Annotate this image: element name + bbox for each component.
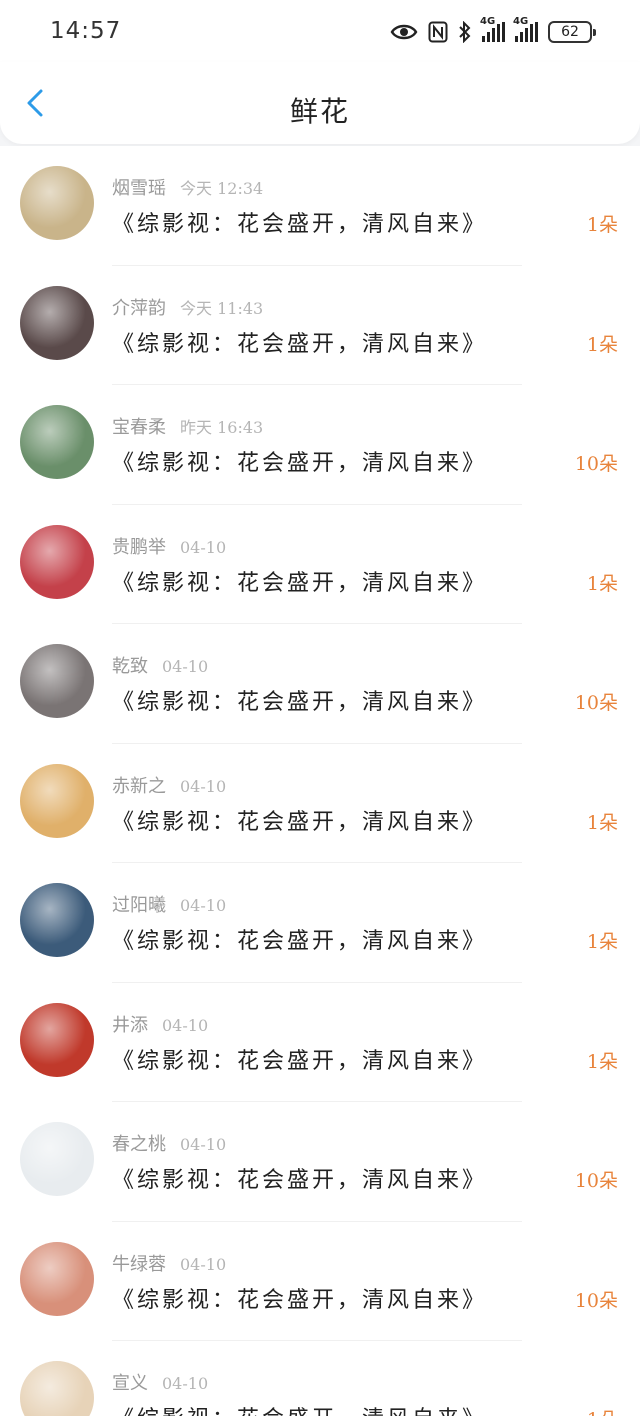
avatar[interactable] <box>20 1241 94 1316</box>
send-time: 04-10 <box>180 776 227 796</box>
send-time: 04-10 <box>162 657 209 676</box>
book-title: 《综影视：花会盛开，清风自来》 <box>112 451 488 476</box>
avatar[interactable] <box>20 763 94 838</box>
list-item[interactable]: 宝春柔 昨天 16:43 《综影视：花会盛开，清风自来》 10朵 <box>0 385 640 505</box>
book-title: 《综影视：花会盛开，清风自来》 <box>112 929 488 954</box>
book-title: 《综影视：花会盛开，清风自来》 <box>112 690 488 715</box>
list-item[interactable]: 牛绿蓉 04-10 《综影视：花会盛开，清风自来》 10朵 <box>0 1222 640 1342</box>
avatar[interactable] <box>20 644 94 718</box>
list-item[interactable]: 烟雪瑶 今天 12:34 《综影视：花会盛开，清风自来》 1朵 <box>0 146 640 266</box>
avatar[interactable] <box>20 405 94 479</box>
send-time: 今天 12:34 <box>180 179 264 198</box>
send-time: 今天 11:43 <box>180 298 264 318</box>
nfc-icon <box>428 21 448 43</box>
sender-name: 宝春柔 <box>112 417 166 438</box>
avatar[interactable] <box>20 1122 94 1196</box>
status-icons: 4G 4G 62 <box>390 16 596 47</box>
flower-count: 10朵 <box>574 692 618 714</box>
flower-count: 1朵 <box>587 1405 618 1416</box>
flower-count: 10朵 <box>574 1289 618 1312</box>
list-item[interactable]: 赤新之 04-10 《综影视：花会盛开，清风自来》 1朵 <box>0 744 640 864</box>
list-item[interactable]: 过阳曦 04-10 《综影视：花会盛开，清风自来》 1朵 <box>0 863 640 983</box>
list-item[interactable]: 介萍韵 今天 11:43 《综影视：花会盛开，清风自来》 1朵 <box>0 266 640 386</box>
sender-name: 赤新之 <box>112 775 166 797</box>
eye-icon <box>390 24 418 40</box>
flower-count: 1朵 <box>586 572 618 595</box>
flower-list[interactable]: 烟雪瑶 今天 12:34 《综影视：花会盛开，清风自来》 1朵 介萍韵 今天 11:… <box>0 146 640 1416</box>
send-time: 04-10 <box>162 1015 209 1035</box>
send-time: 04-10 <box>180 1254 227 1274</box>
avatar[interactable] <box>20 524 94 599</box>
avatar[interactable] <box>20 1361 94 1416</box>
list-item[interactable]: 井添 04-10 《综影视：花会盛开，清风自来》 1朵 <box>0 983 640 1103</box>
flower-count: 1朵 <box>586 214 618 236</box>
avatar[interactable] <box>20 1002 94 1077</box>
flower-count: 1朵 <box>586 1050 618 1073</box>
book-title: 《综影视：花会盛开，清风自来》 <box>112 809 488 835</box>
avatar[interactable] <box>20 166 94 240</box>
book-title: 《综影视：花会盛开，清风自来》 <box>112 1168 488 1193</box>
send-time: 昨天 16:43 <box>180 418 264 437</box>
sender-name: 井添 <box>112 1014 148 1036</box>
sender-name: 烟雪瑶 <box>112 178 166 199</box>
avatar[interactable] <box>20 285 94 360</box>
sender-name: 过阳曦 <box>112 895 166 916</box>
bluetooth-icon <box>459 21 471 43</box>
battery-indicator: 62 <box>548 21 596 43</box>
flower-count: 1朵 <box>586 811 618 834</box>
flower-count: 1朵 <box>586 931 618 953</box>
sender-name: 春之桃 <box>112 1134 166 1155</box>
list-item[interactable]: 宣义 04-10 《综影视：花会盛开，清风自来》 1朵 <box>0 1341 640 1416</box>
flower-count: 10朵 <box>574 453 618 475</box>
sender-name: 乾致 <box>112 656 148 677</box>
page-title: 鲜花 <box>289 95 350 128</box>
sender-name: 牛绿蓉 <box>112 1253 166 1275</box>
avatar[interactable] <box>20 883 94 957</box>
send-time: 04-10 <box>180 896 227 915</box>
book-title: 《综影视：花会盛开，清风自来》 <box>112 212 488 237</box>
nav-header: 鲜花 <box>0 62 640 144</box>
sender-name: 贵鹏举 <box>112 536 166 558</box>
send-time: 04-10 <box>180 537 227 557</box>
status-time: 14:57 <box>50 18 122 44</box>
book-title: 《综影视：花会盛开，清风自来》 <box>112 331 488 357</box>
book-title: 《综影视：花会盛开，清风自来》 <box>112 570 488 596</box>
list-item[interactable]: 春之桃 04-10 《综影视：花会盛开，清风自来》 10朵 <box>0 1102 640 1222</box>
list-item[interactable]: 贵鹏举 04-10 《综影视：花会盛开，清风自来》 1朵 <box>0 505 640 625</box>
send-time: 04-10 <box>162 1374 209 1393</box>
list-item[interactable]: 乾致 04-10 《综影视：花会盛开，清风自来》 10朵 <box>0 624 640 744</box>
book-title: 《综影视：花会盛开，清风自来》 <box>112 1287 488 1313</box>
send-time: 04-10 <box>180 1135 227 1154</box>
book-title: 《综影视：花会盛开，清风自来》 <box>112 1401 487 1416</box>
signal-1-icon: 4G <box>480 16 505 42</box>
status-bar: 14:57 4G 4G 62 <box>0 0 640 62</box>
book-title: 《综影视：花会盛开，清风自来》 <box>112 1048 488 1074</box>
sender-name: 介萍韵 <box>112 297 166 319</box>
flower-count: 10朵 <box>574 1170 618 1192</box>
flower-count: 1朵 <box>586 333 618 356</box>
signal-2-icon: 4G <box>513 16 538 42</box>
sender-name: 宣义 <box>112 1373 148 1394</box>
